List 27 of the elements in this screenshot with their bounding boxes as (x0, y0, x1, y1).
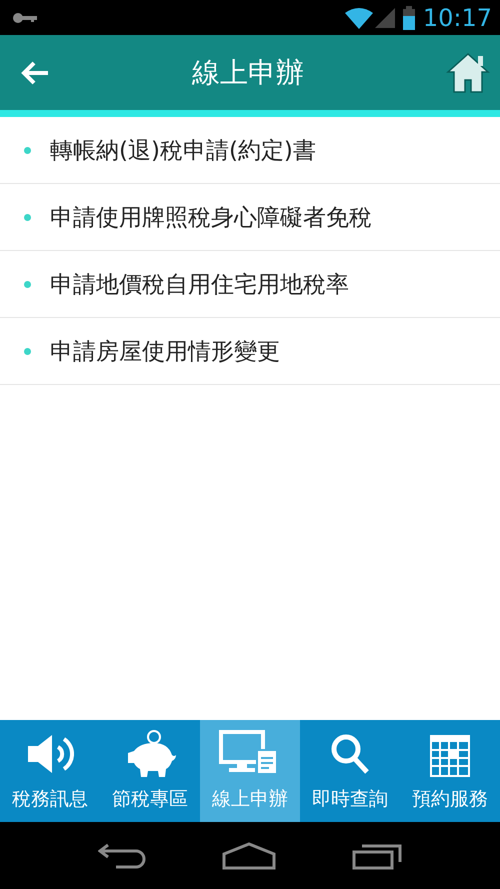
list-item[interactable]: 申請地價稅自用住宅用地稅率 (0, 251, 500, 318)
home-button[interactable] (446, 52, 490, 94)
page-title: 線上申辦 (191, 54, 305, 90)
key-icon (12, 12, 38, 24)
tab[interactable]: 預約服務 (400, 720, 500, 822)
search-icon (330, 733, 370, 775)
recent-apps-button[interactable] (352, 842, 402, 870)
home-button[interactable] (222, 842, 276, 870)
tab[interactable]: 即時查詢 (300, 720, 400, 822)
speaker-icon (26, 733, 74, 775)
wifi-icon (344, 6, 373, 28)
tab[interactable]: 稅務訊息 (0, 720, 100, 822)
back-button[interactable] (98, 842, 146, 868)
tab[interactable]: 線上申辦 (200, 720, 300, 822)
tab[interactable]: 節稅專區 (100, 720, 200, 822)
clock-time: 10:17 (422, 4, 492, 32)
bullet-icon (24, 280, 31, 288)
signal-icon (374, 8, 395, 28)
battery-icon (402, 6, 415, 30)
bullet-icon (24, 214, 31, 220)
list-item[interactable]: 申請使用牌照稅身心障礙者免稅 (0, 184, 500, 251)
bullet-icon (24, 348, 31, 354)
back-arrow-icon (20, 60, 50, 86)
home-icon (446, 52, 490, 94)
list-item[interactable]: 轉帳納(退)稅申請(約定)書 (0, 117, 500, 184)
bullet-icon (24, 146, 31, 154)
list-item[interactable]: 申請房屋使用情形變更 (0, 318, 500, 385)
